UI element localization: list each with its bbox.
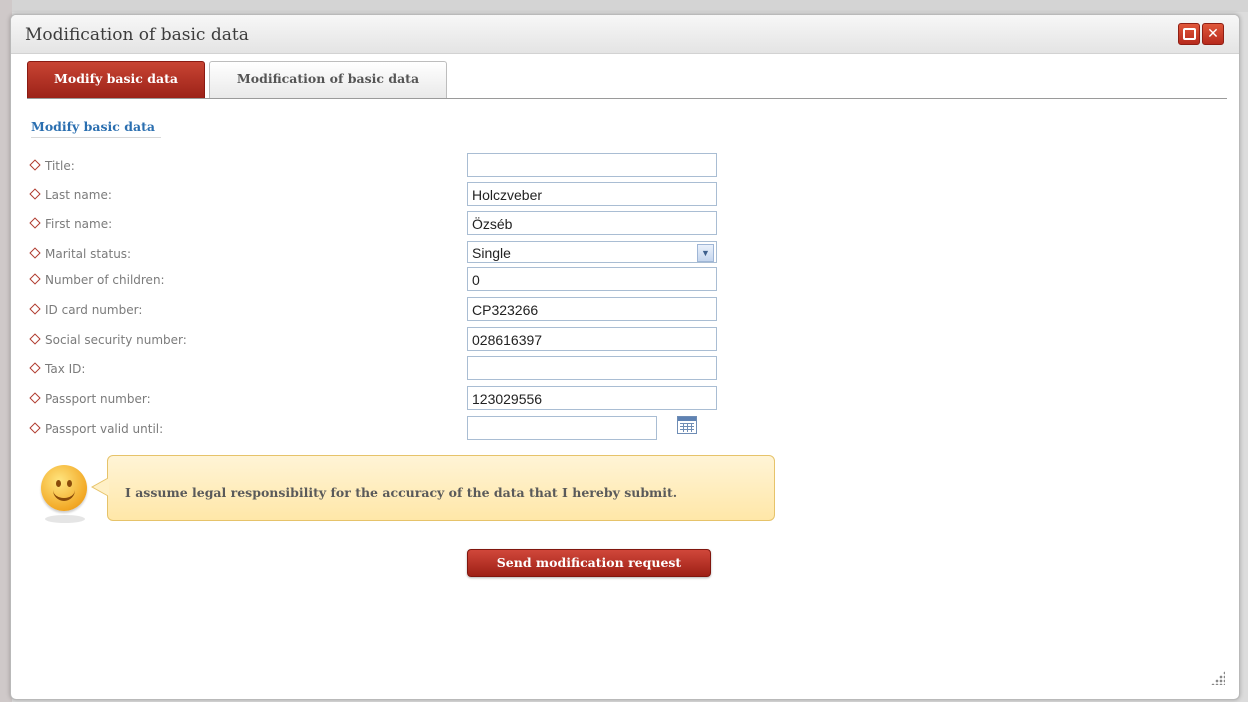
tab-modify-basic-data[interactable]: Modify basic data — [27, 61, 205, 99]
bullet-icon — [29, 392, 41, 404]
bullet-icon — [29, 303, 41, 315]
resize-grip[interactable] — [1211, 671, 1225, 685]
bullet-icon — [29, 188, 41, 200]
tab-modification-of-basic-data[interactable]: Modification of basic data — [209, 61, 447, 98]
maximize-icon — [1182, 28, 1196, 40]
smiley-mouth — [53, 487, 75, 501]
field-label: ID card number: — [29, 303, 451, 317]
section-title: Modify basic data — [31, 119, 155, 134]
id-card-input[interactable]: CP323266 — [467, 297, 717, 321]
field-label: Marital status: — [29, 247, 451, 261]
title-bar[interactable]: Modification of basic data ✕ — [11, 15, 1239, 54]
tab-divider — [27, 98, 1227, 99]
field-label: Social security number: — [29, 333, 451, 347]
notice-bubble-tail-inner — [93, 478, 109, 496]
calendar-icon-header — [678, 417, 696, 421]
field-label: First name: — [29, 217, 451, 231]
bullet-icon — [29, 273, 41, 285]
notice-text: I assume legal responsibility for the ac… — [125, 485, 678, 500]
dialog-window: Modification of basic data ✕ Modify basi… — [10, 14, 1240, 700]
smiley-eye — [67, 480, 72, 487]
field-label: Passport valid until: — [29, 422, 451, 436]
calendar-icon-grid — [680, 423, 694, 432]
send-modification-request-button[interactable]: Send modification request — [467, 549, 711, 577]
close-icon: ✕ — [1207, 26, 1219, 42]
field-label: Number of children: — [29, 273, 451, 287]
field-label: Tax ID: — [29, 362, 451, 376]
marital-status-select[interactable]: Single ▼ — [467, 241, 717, 263]
marital-status-value: Single — [472, 245, 511, 261]
window-title: Modification of basic data — [25, 25, 249, 45]
maximize-button[interactable] — [1178, 23, 1200, 45]
field-label: Last name: — [29, 188, 451, 202]
field-label: Passport number: — [29, 392, 451, 406]
bullet-icon — [29, 422, 41, 434]
social-security-input[interactable]: 028616397 — [467, 327, 717, 351]
children-input[interactable]: 0 — [467, 267, 717, 291]
close-button[interactable]: ✕ — [1202, 23, 1224, 45]
passport-number-input[interactable]: 123029556 — [467, 386, 717, 410]
tax-id-input[interactable] — [467, 356, 717, 380]
calendar-icon[interactable] — [677, 416, 697, 434]
bullet-icon — [29, 333, 41, 345]
avatar-shadow — [45, 515, 85, 523]
smiley-eye — [56, 480, 61, 487]
section-divider — [31, 137, 161, 138]
first-name-input[interactable]: Özséb — [467, 211, 717, 235]
bullet-icon — [29, 159, 41, 171]
bullet-icon — [29, 247, 41, 259]
chevron-down-icon[interactable]: ▼ — [697, 244, 714, 262]
smiley-icon — [41, 465, 87, 511]
bullet-icon — [29, 217, 41, 229]
title-input[interactable] — [467, 153, 717, 177]
last-name-input[interactable]: Holczveber — [467, 182, 717, 206]
bullet-icon — [29, 362, 41, 374]
field-label: Title: — [29, 159, 451, 173]
background-strip — [0, 0, 1248, 12]
passport-valid-input[interactable] — [467, 416, 657, 440]
